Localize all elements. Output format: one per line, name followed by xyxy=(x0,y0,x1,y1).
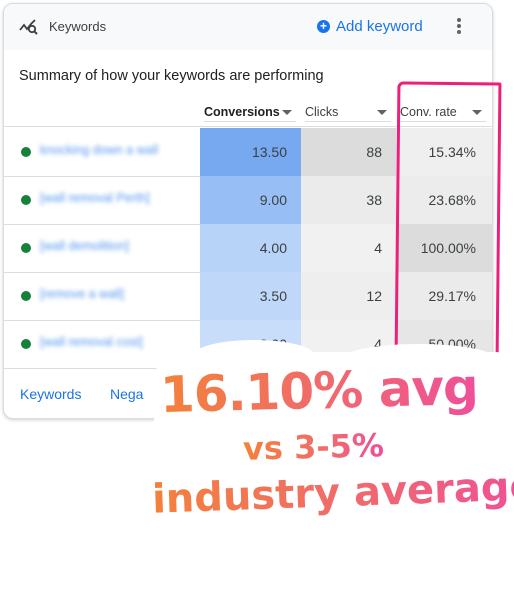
card-header: Keywords + Add keyword xyxy=(4,4,492,50)
status-enabled-icon xyxy=(21,339,31,349)
more-vertical-icon-dot xyxy=(457,30,461,34)
keyword-link[interactable]: [remove a wall] xyxy=(40,287,124,301)
conversions-cell: 9.00 xyxy=(200,176,301,224)
annotation-comparison: vs 3-5% xyxy=(242,426,385,468)
clicks-cell: 12 xyxy=(301,272,396,320)
column-header-clicks[interactable]: Clicks xyxy=(305,103,391,122)
footer-link-keywords[interactable]: Keywords xyxy=(20,386,81,402)
keyword-link[interactable]: [wall removal Perth] xyxy=(40,191,150,205)
keyword-link[interactable]: [wall demolition] xyxy=(40,239,129,253)
conversions-cell: 3.50 xyxy=(200,272,301,320)
status-enabled-icon xyxy=(21,291,31,301)
keyword-link[interactable]: knocking down a wall xyxy=(40,143,158,157)
annotation-highlight-box xyxy=(394,81,502,363)
conversions-cell: 13.50 xyxy=(200,128,301,176)
sort-caret-icon xyxy=(282,109,292,115)
column-label: Clicks xyxy=(305,105,339,119)
more-vertical-icon-dot xyxy=(457,24,461,28)
status-enabled-icon xyxy=(21,195,31,205)
dropdown-caret-icon xyxy=(377,109,387,115)
clicks-cell: 38 xyxy=(301,176,396,224)
status-enabled-icon xyxy=(21,243,31,253)
column-header-conversions[interactable]: Conversions xyxy=(204,103,296,122)
more-options-button[interactable] xyxy=(454,17,464,37)
clicks-cell: 4 xyxy=(301,224,396,272)
add-keyword-button[interactable]: + Add keyword xyxy=(317,18,423,35)
column-label: Conversions xyxy=(204,105,280,119)
footer-link-negative-keywords[interactable]: Nega xyxy=(110,386,143,402)
status-enabled-icon xyxy=(21,147,31,157)
more-vertical-icon xyxy=(457,18,461,22)
clicks-cell: 88 xyxy=(301,128,396,176)
add-keyword-label: Add keyword xyxy=(336,18,423,35)
summary-heading: Summary of how your keywords are perform… xyxy=(19,68,324,84)
conversions-cell: 4.00 xyxy=(200,224,301,272)
keyword-link[interactable]: [wall removal cost] xyxy=(40,335,143,349)
card-title: Keywords xyxy=(49,19,107,34)
plus-circle-icon: + xyxy=(317,20,330,33)
annotation-average-rate: 16.10% avg xyxy=(159,357,479,425)
keyword-planner-icon xyxy=(19,19,38,35)
